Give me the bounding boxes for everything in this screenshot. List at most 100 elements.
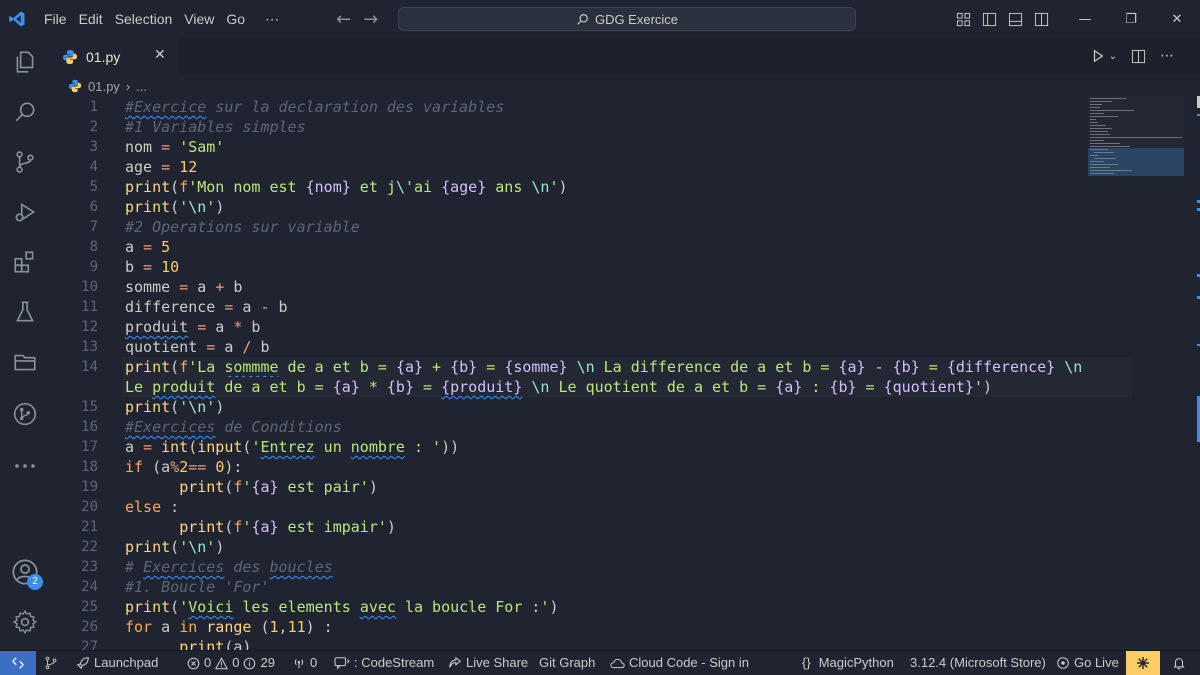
code-token: (	[251, 618, 270, 636]
code-text: produit = a * b	[125, 317, 260, 337]
code-token: a	[206, 318, 234, 336]
settings-gear-icon[interactable]	[0, 598, 50, 646]
launchpad-item[interactable]: Launchpad	[76, 651, 158, 675]
code-token: {a}	[251, 478, 279, 496]
menu-bar: File Edit Selection View Go ⋯	[38, 0, 285, 38]
code-token: difference	[125, 298, 225, 316]
breadcrumb-symbols[interactable]: ...	[136, 79, 147, 94]
line-number: 16	[81, 419, 98, 435]
line-number: 5	[89, 179, 98, 195]
code-token: est pair'	[278, 478, 369, 496]
code-editor[interactable]: 1 #Exercice sur la declaration des variab…	[50, 96, 1200, 650]
code-token: 0	[215, 458, 225, 476]
customize-layout-icon[interactable]	[950, 0, 976, 38]
menu-selection[interactable]: Selection	[109, 0, 179, 38]
close-tab-icon[interactable]: ✕	[154, 47, 166, 63]
menu-view[interactable]: View	[178, 0, 220, 38]
line-number: 25	[81, 599, 98, 615]
code-token: {a}	[395, 358, 424, 376]
explorer-icon[interactable]	[0, 38, 50, 86]
code-token: 1	[269, 618, 279, 636]
split-editor-icon[interactable]	[1131, 49, 1146, 64]
code-token: {difference}	[946, 358, 1056, 376]
code-token: :	[161, 498, 180, 516]
go-live-item[interactable]: Go Live	[1056, 651, 1119, 675]
testing-flask-icon[interactable]	[0, 288, 50, 336]
code-token: de a et b =	[215, 378, 333, 396]
toggle-sidebar-icon[interactable]	[976, 0, 1002, 38]
vertical-scrollbar[interactable]	[1190, 96, 1200, 650]
line-number: 8	[89, 239, 98, 255]
code-token: des	[224, 558, 270, 576]
breadcrumb-file[interactable]: 01.py	[88, 79, 120, 94]
code-text: print(a)	[125, 637, 251, 650]
code-token: if	[125, 458, 144, 476]
remote-indicator-icon[interactable]	[0, 651, 36, 675]
toggle-panel-icon[interactable]	[1002, 0, 1028, 38]
code-text: #1. Boucle 'For'	[125, 577, 270, 597]
code-token: ans	[486, 178, 532, 196]
code-token: b	[125, 258, 144, 276]
rocket-icon	[76, 657, 89, 670]
restore-button[interactable]: ❐	[1108, 0, 1154, 38]
code-token: {a}	[838, 358, 866, 376]
language-mode-item[interactable]: {} MagicPython	[802, 651, 894, 675]
line-number: 4	[89, 159, 98, 175]
run-python-icon[interactable]	[1091, 49, 1105, 63]
command-center-search[interactable]: GDG Exercice	[398, 7, 856, 31]
code-text: Le produit de a et b = {a} * {b} = {prod…	[125, 377, 992, 397]
code-token: =	[477, 358, 505, 376]
notifications-bell-icon[interactable]	[1172, 651, 1186, 675]
code-token: a	[233, 298, 261, 316]
ports-item[interactable]: 0	[292, 651, 317, 675]
accounts-icon[interactable]: 2	[0, 548, 50, 596]
code-token: '	[179, 398, 189, 416]
code-token: les elements	[233, 598, 360, 616]
problems-item[interactable]: 0 0 29	[187, 651, 275, 675]
code-text: print('\n')	[125, 197, 224, 217]
codestream-label: : CodeStream	[354, 655, 435, 670]
search-icon[interactable]	[0, 88, 50, 136]
minimize-button[interactable]: —	[1062, 0, 1108, 38]
project-manager-icon[interactable]	[0, 338, 50, 386]
menu-file[interactable]: File	[38, 0, 73, 38]
codestream-item[interactable]: : CodeStream	[334, 651, 434, 675]
code-token: 12	[179, 158, 198, 176]
close-window-button[interactable]: ✕	[1154, 0, 1200, 38]
git-graph-status-item[interactable]: Git Graph	[539, 651, 595, 675]
live-share-item[interactable]: Live Share	[448, 651, 528, 675]
code-token: ))	[441, 438, 460, 456]
extensions-icon[interactable]	[0, 238, 50, 286]
code-token: Le quotient de a et b =	[549, 378, 776, 396]
menu-go[interactable]: Go	[220, 0, 251, 38]
python-interpreter-item[interactable]: 3.12.4 (Microsoft Store)	[910, 651, 1046, 675]
code-token: produit	[152, 378, 216, 396]
code-token: :	[802, 378, 830, 396]
code-token: )	[558, 178, 568, 196]
code-token: {b}	[450, 358, 478, 376]
code-token: )	[215, 538, 225, 556]
forward-arrow-icon[interactable]: →	[363, 9, 378, 30]
back-arrow-icon[interactable]: ←	[336, 9, 351, 30]
sparkle-icon[interactable]	[1126, 651, 1160, 675]
code-token: range	[206, 618, 252, 636]
run-and-debug-icon[interactable]	[0, 188, 50, 236]
line-number: 26	[81, 619, 98, 635]
braces-icon: {}	[802, 655, 811, 670]
line-number: 27	[81, 639, 98, 650]
toggle-secondary-sidebar-icon[interactable]	[1028, 0, 1054, 38]
minimap[interactable]	[1088, 96, 1184, 176]
menu-more[interactable]: ⋯	[259, 0, 285, 38]
more-actions-icon[interactable]: ⋯	[1160, 48, 1174, 64]
git-graph-icon[interactable]	[0, 390, 50, 438]
git-branch-icon[interactable]	[44, 651, 58, 675]
cloud-code-item[interactable]: Cloud Code - Sign in	[610, 651, 749, 675]
code-token: *	[359, 378, 387, 396]
run-dropdown-chevron-icon[interactable]: ⌄	[1109, 51, 1117, 62]
more-views-icon[interactable]	[0, 442, 50, 490]
menu-edit[interactable]: Edit	[73, 0, 109, 38]
tab-01-py[interactable]: 01.py ✕	[50, 38, 178, 74]
source-control-icon[interactable]	[0, 138, 50, 186]
